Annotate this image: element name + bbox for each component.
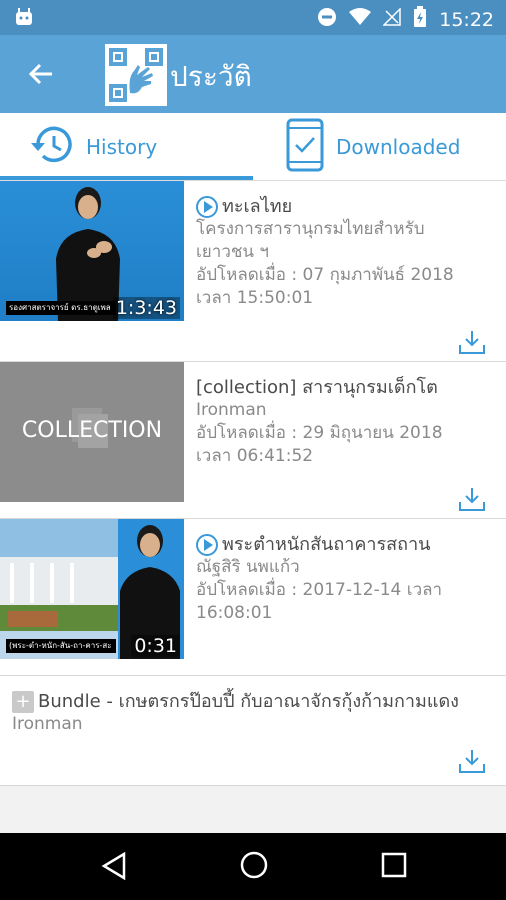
system-nav-bar <box>0 833 506 900</box>
video-thumbnail[interactable]: รองศาสตราจารย์ ดร.ธาตูเพล 1:3:43 <box>0 181 184 321</box>
back-triangle-icon[interactable] <box>100 851 128 885</box>
item-author: Ironman <box>12 714 83 734</box>
tab-downloaded[interactable]: Downloaded <box>286 113 460 181</box>
phone-check-icon <box>286 118 324 177</box>
list-item[interactable]: รองศาสตราจารย์ ดร.ธาตูเพล 1:3:43 ทะเลไทย… <box>0 181 506 362</box>
video-duration: 1:3:43 <box>112 297 180 319</box>
tab-downloaded-label: Downloaded <box>336 135 461 159</box>
item-upload-time: เวลา 15:50:01 <box>196 288 314 308</box>
tab-bar: History Downloaded <box>0 113 506 181</box>
wifi-icon <box>349 8 372 31</box>
page-title: ประวัติ <box>170 60 252 93</box>
video-caption: (พระ-ตำ-หนัก-สัน-ถา-คาร-สะ <box>6 639 116 653</box>
item-title: พระตำหนักสันถาคารสถาน <box>196 533 496 556</box>
status-bar: 15:22 <box>0 0 506 35</box>
item-upload-time: 16:08:01 <box>196 603 273 623</box>
history-list: รองศาสตราจารย์ ดร.ธาตูเพล 1:3:43 ทะเลไทย… <box>0 181 506 786</box>
tab-indicator <box>0 176 253 180</box>
collection-label: COLLECTION <box>21 418 163 443</box>
download-icon[interactable] <box>458 329 486 355</box>
item-author: ณัฐสิริ นพแก้ว <box>196 557 300 577</box>
history-clock-icon <box>28 124 74 171</box>
play-circle-icon <box>196 195 218 218</box>
collection-thumbnail[interactable]: COLLECTION <box>0 362 184 502</box>
video-duration: 0:31 <box>131 635 180 657</box>
android-notification-icon <box>14 7 34 31</box>
download-icon[interactable] <box>458 486 486 512</box>
item-upload-date: อัปโหลดเมื่อ : 07 กุมภาพันธ์ 2018 <box>196 265 454 285</box>
bundle-plus-icon: + <box>12 690 34 713</box>
list-item[interactable]: (พระ-ตำ-หนัก-สัน-ถา-คาร-สะ 0:31 พระตำหนั… <box>0 519 506 676</box>
item-author: โครงการสารานุกรมไทยสำหรับ <box>196 219 425 239</box>
list-item[interactable]: COLLECTION [collection] สารานุกรมเด็กโต … <box>0 362 506 519</box>
item-author: Ironman <box>196 400 267 420</box>
item-title: + Bundle - เกษตรกรป๊อบปี้ กับอาณาจักรกุ้ง… <box>12 690 496 713</box>
home-circle-icon[interactable] <box>239 850 269 884</box>
list-item[interactable]: + Bundle - เกษตรกรป๊อบปี้ กับอาณาจักรกุ้ง… <box>0 676 506 786</box>
app-bar: ประวัติ <box>0 35 506 113</box>
back-arrow-icon[interactable] <box>24 57 58 91</box>
item-title: [collection] สารานุกรมเด็กโต <box>196 377 438 398</box>
video-caption: รองศาสตราจารย์ ดร.ธาตูเพล <box>6 301 116 315</box>
item-title: ทะเลไทย <box>196 195 496 218</box>
no-signal-icon <box>382 7 401 31</box>
tab-history-label: History <box>86 135 158 159</box>
app-logo <box>104 43 168 107</box>
play-circle-icon <box>196 533 218 556</box>
item-upload-time: เวลา 06:41:52 <box>196 446 314 466</box>
clock: 15:22 <box>439 8 494 31</box>
item-upload-date: อัปโหลดเมื่อ : 29 มิถุนายน 2018 <box>196 423 443 443</box>
item-upload-date: อัปโหลดเมื่อ : 2017-12-14 เวลา <box>196 580 443 600</box>
video-thumbnail[interactable]: (พระ-ตำ-หนัก-สัน-ถา-คาร-สะ 0:31 <box>0 519 184 659</box>
do-not-disturb-icon <box>317 7 337 32</box>
battery-icon <box>413 6 427 33</box>
item-author-cont: เยาวชน ฯ <box>196 242 269 262</box>
recents-square-icon[interactable] <box>381 852 407 882</box>
tab-history[interactable]: History <box>28 113 157 181</box>
download-icon[interactable] <box>458 748 486 774</box>
